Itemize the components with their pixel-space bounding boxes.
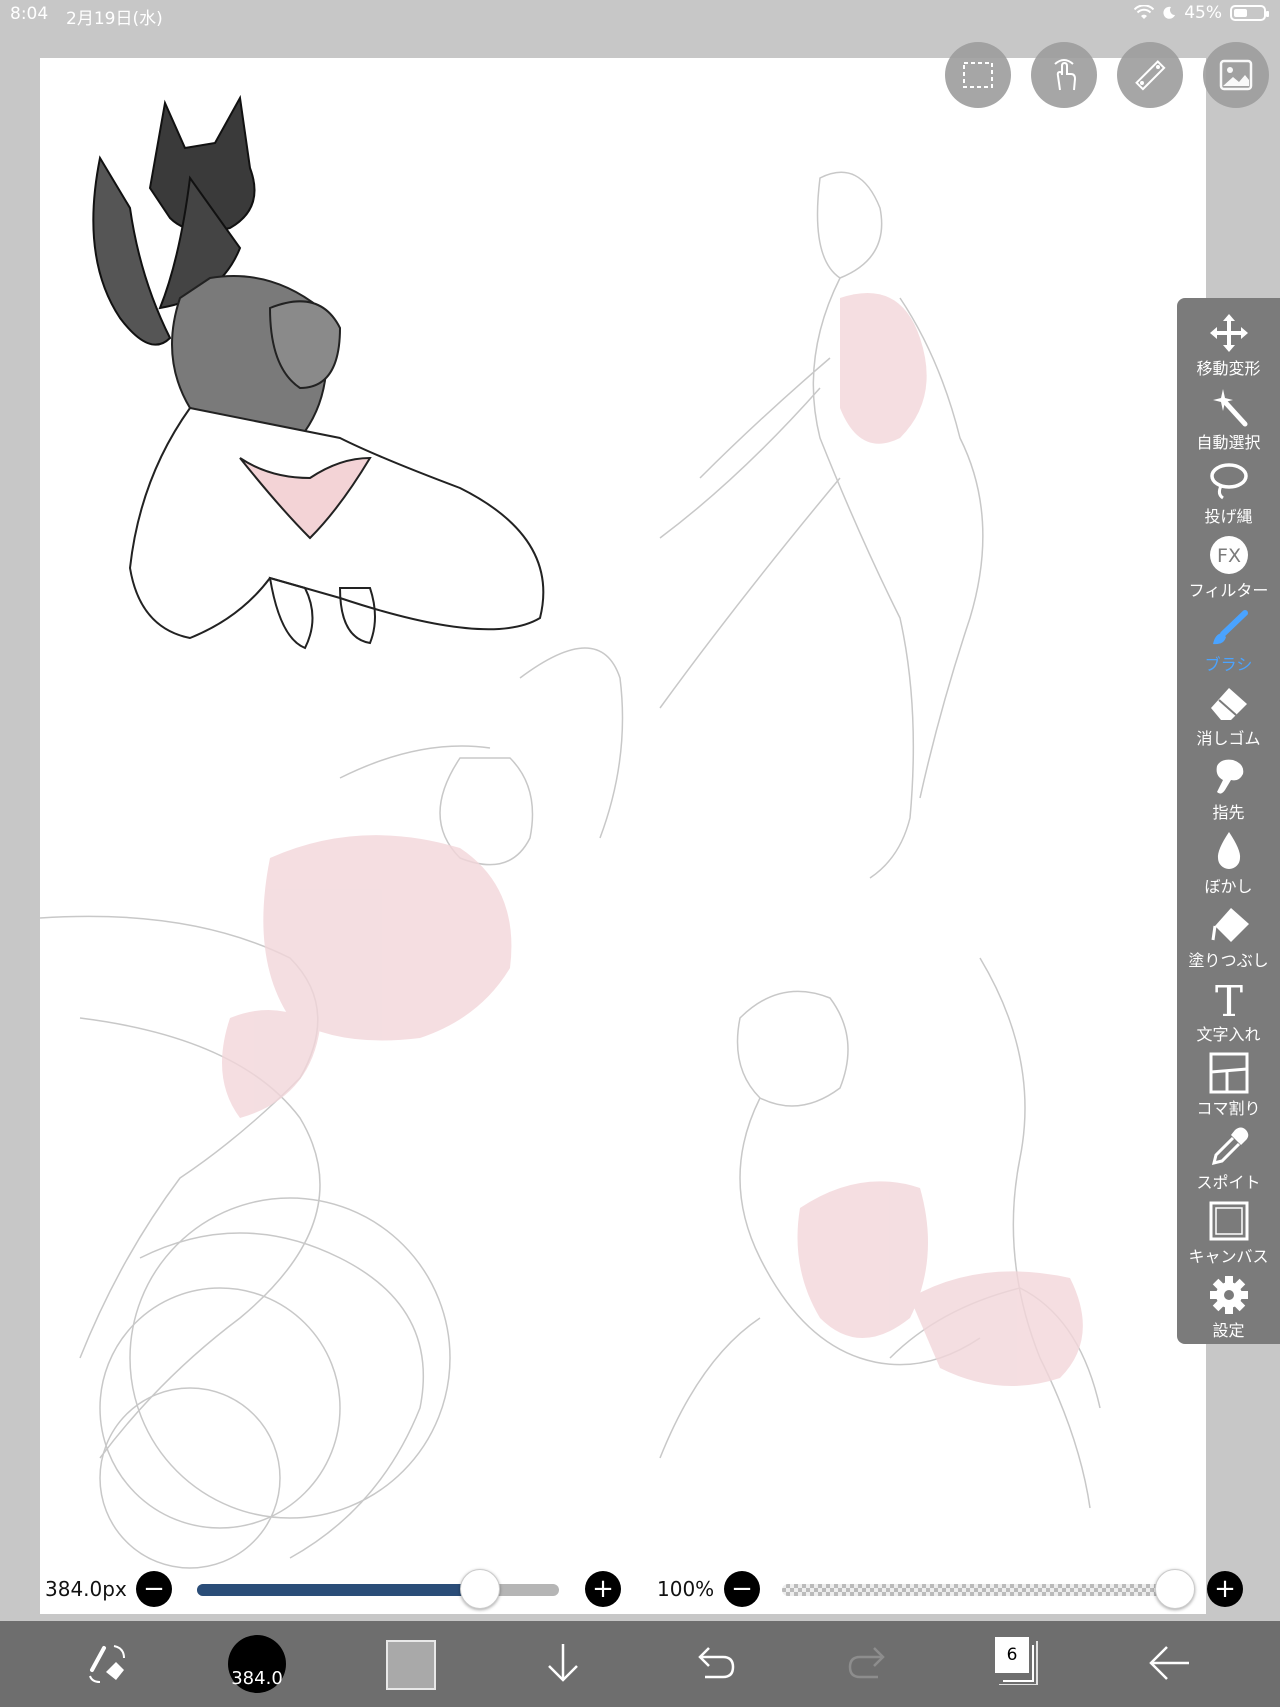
tool-brush[interactable]: ブラシ [1177,606,1280,680]
magic-wand-icon [1213,389,1248,427]
tool-eraser[interactable]: 消しゴム [1177,680,1280,754]
layer-down-button[interactable] [533,1633,593,1693]
tool-label: ぼかし [1204,877,1253,896]
status-right: 45% [1134,3,1269,23]
tool-label: 設定 [1212,1321,1245,1340]
tool-label: 自動選択 [1196,433,1261,452]
bottom-bar: 384.0 6 [0,1621,1280,1707]
tool-label: スポイト [1196,1173,1261,1192]
sketch-artwork [40,94,1101,1569]
image-icon [1219,59,1253,91]
opacity-knob[interactable] [1155,1569,1195,1609]
undo-icon [698,1647,735,1679]
brush-size-minus-button[interactable]: − [136,1571,172,1607]
undo-button[interactable] [685,1633,745,1693]
fill-bucket-icon [1211,908,1249,942]
tool-label: キャンバス [1188,1247,1269,1266]
redo-button[interactable] [838,1633,898,1693]
tool-auto-select[interactable]: 自動選択 [1177,384,1280,458]
tool-finger[interactable]: 指先 [1177,754,1280,828]
settings-gear-icon [1210,1276,1248,1314]
layer-count: 6 [995,1637,1029,1673]
blur-drop-icon [1217,832,1241,869]
text-glyph: T [1215,978,1243,1020]
brush-eraser-swap-icon [89,1645,125,1683]
selection-button[interactable] [945,42,1011,108]
tool-text[interactable]: T 文字入れ [1177,976,1280,1050]
drawing-canvas[interactable] [40,58,1206,1614]
tool-label: 文字入れ [1196,1025,1261,1044]
filter-fx-icon: FX [1210,536,1248,574]
tool-label: 移動変形 [1196,359,1261,378]
image-button[interactable] [1203,42,1269,108]
fx-badge: FX [1217,545,1241,567]
tool-lasso[interactable]: 投げ縄 [1177,458,1280,532]
redo-icon [848,1647,885,1679]
tool-label: コマ割り [1196,1099,1261,1118]
tool-filter[interactable]: FX フィルター [1177,532,1280,606]
tool-label: 指先 [1212,803,1245,822]
gesture-button[interactable] [1031,42,1097,108]
tool-move-transform[interactable]: 移動変形 [1177,310,1280,384]
tool-label: 投げ縄 [1204,507,1253,526]
move-transform-icon [1210,314,1248,352]
status-time: 8:04 [10,4,49,24]
brush-size-label: 384.0px [45,1577,127,1601]
brush-size-fill [197,1584,480,1596]
status-date: 2月19日(水) [66,9,163,29]
opacity-minus-button[interactable]: − [724,1571,760,1607]
finished-figure [92,94,545,650]
gesture-icon [1054,59,1077,91]
eraser-icon [1211,688,1247,720]
status-bar: 8:04 2月19日(水) 45% [0,0,1280,30]
tool-palette: 移動変形 自動選択 投げ縄 FX フィルター ブラシ 消しゴム 指先 ぼかし 塗… [1177,298,1280,1344]
selection-icon [963,62,993,88]
eyedropper-icon [1211,1127,1249,1166]
brush-size-indicator[interactable]: 384.0 [228,1635,286,1693]
tool-label: 消しゴム [1196,729,1261,748]
ruler-button[interactable] [1117,42,1183,108]
opacity-slider[interactable] [782,1584,1174,1596]
battery-icon [1230,5,1269,21]
opacity-plus-button[interactable]: + [1207,1571,1243,1607]
layers-button[interactable]: 6 [995,1637,1039,1685]
brush-size-plus-button[interactable]: + [585,1571,621,1607]
canvas-icon [1209,1201,1249,1241]
tool-label: 塗りつぶし [1188,951,1269,970]
tool-settings[interactable]: 設定 [1177,1272,1280,1346]
tool-canvas[interactable]: キャンバス [1177,1198,1280,1272]
brush-size-slider[interactable] [197,1584,559,1596]
opacity-label: 100% [657,1577,715,1601]
finger-smudge-icon [1216,759,1244,794]
moon-icon [1163,6,1176,19]
ruler-icon [1135,60,1166,91]
tool-panel-divide[interactable]: コマ割り [1177,1050,1280,1124]
brush-eraser-toggle-button[interactable] [77,1633,137,1693]
arrow-down-icon [548,1644,578,1682]
tool-eyedropper[interactable]: スポイト [1177,1124,1280,1198]
text-icon: T [1215,978,1243,1020]
color-swatch[interactable] [386,1640,436,1690]
brush-icon [1213,610,1248,645]
brush-size-knob[interactable] [460,1569,501,1609]
arrow-left-icon [1149,1646,1189,1680]
panel-divide-icon [1209,1052,1249,1094]
lasso-icon [1210,463,1248,500]
wifi-icon [1134,5,1155,19]
tool-label: ブラシ [1204,655,1253,674]
tool-blur[interactable]: ぼかし [1177,828,1280,902]
tool-label: フィルター [1188,581,1269,600]
battery-percent: 45% [1184,3,1222,23]
slider-row: 384.0px − + 100% − + [0,1560,1280,1618]
back-button[interactable] [1140,1633,1200,1693]
tool-fill[interactable]: 塗りつぶし [1177,902,1280,976]
